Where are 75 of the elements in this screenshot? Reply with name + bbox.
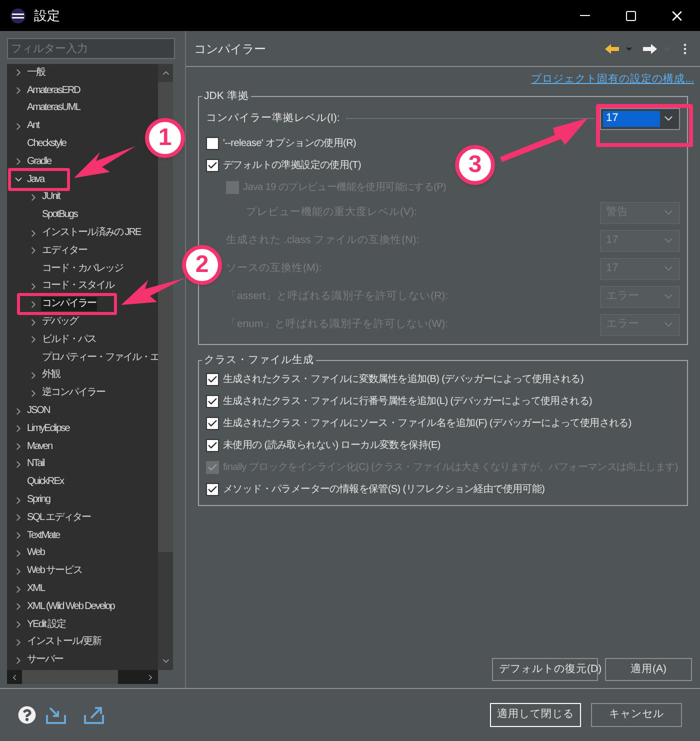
tree-item[interactable]: TextMate	[26, 528, 61, 543]
window-title: 設定	[34, 6, 60, 25]
tree-item[interactable]: JUnit	[41, 190, 61, 204]
tree-item[interactable]: Checkstyle	[26, 137, 67, 152]
scroll-left-icon[interactable]	[10, 672, 19, 682]
dialog-button[interactable]: 適用して閉じる	[490, 703, 581, 727]
step-number: 2	[182, 245, 222, 285]
tree-item[interactable]: SpotBugs	[41, 208, 78, 222]
help-icon[interactable]	[18, 706, 36, 724]
tree-item[interactable]: LimyEclipse	[26, 422, 70, 436]
checkbox[interactable]	[206, 159, 219, 172]
checkbox[interactable]	[206, 438, 219, 452]
checkbox[interactable]	[206, 372, 219, 386]
checkbox[interactable]	[206, 137, 219, 150]
back-arrow-icon[interactable]	[604, 42, 620, 54]
checkbox-label: 生成されたクラス・ファイルに行番号属性を追加(L) (デバッガーによって使用される)	[223, 394, 592, 409]
tree-item[interactable]: コンパイラー	[41, 297, 97, 312]
tree-item[interactable]: AmaterasUML	[26, 101, 81, 116]
app-logo-icon	[10, 8, 26, 24]
tree-item[interactable]: Java	[26, 172, 46, 187]
tree-item[interactable]: サーバー	[26, 653, 64, 668]
forward-arrow-icon[interactable]	[642, 42, 658, 54]
tree-item[interactable]: Maven	[26, 440, 54, 454]
tree-item[interactable]: YEdit 設定	[26, 618, 67, 632]
checkbox-label: デフォルトの準拠設定の使用(T)	[223, 158, 361, 173]
vertical-scrollbar[interactable]	[158, 64, 173, 670]
tree-item[interactable]: インストール済みの JRE	[41, 226, 142, 240]
tree-item[interactable]: デバッグ	[41, 315, 79, 330]
tree-item[interactable]: Web	[26, 546, 46, 560]
import-icon[interactable]	[46, 706, 66, 724]
page-title: コンパイラー	[194, 40, 266, 58]
dialog-button[interactable]: キャンセル	[591, 703, 682, 727]
field-label: コンパイラー準拠レベル(I):	[206, 110, 340, 126]
checkbox[interactable]	[206, 394, 219, 408]
export-icon[interactable]	[84, 706, 104, 724]
tree-item[interactable]: コード・スタイル	[41, 279, 115, 294]
checkbox[interactable]	[206, 482, 219, 496]
tree-item[interactable]: ビルド・パス	[41, 332, 97, 347]
tree-item[interactable]: JSON	[26, 404, 51, 418]
tree-item[interactable]: インストール/更新	[26, 635, 102, 650]
checkbox-label: 未使用の (読み取られない) ローカル変数を保持(E)	[223, 438, 440, 453]
checkbox[interactable]	[206, 416, 219, 430]
maximize-icon	[625, 10, 637, 22]
checkbox-label: 生成されたクラス・ファイルに変数属性を追加(B) (デバッガーによって使用される)	[223, 372, 584, 387]
action-button[interactable]: 適用(A)	[605, 658, 692, 681]
filter-field[interactable]: フィルター入力	[7, 38, 175, 59]
tree-item[interactable]: Web サービス	[26, 564, 84, 578]
tree-item[interactable]: Ant	[26, 119, 40, 134]
tree-item[interactable]: Gradle	[26, 154, 52, 169]
tree-item[interactable]: Spring	[26, 493, 51, 508]
tree-item[interactable]: 逆コンパイラー	[41, 386, 106, 400]
minimize-icon	[580, 15, 590, 16]
tree-item[interactable]: AmaterasERD	[26, 84, 81, 98]
tree-item[interactable]: エディター	[41, 244, 88, 258]
checkbox-label: 生成されたクラス・ファイルにソース・ファイル名を追加(F) (デバッガーによって使用される)	[223, 416, 632, 431]
step-number: 3	[455, 145, 495, 185]
tree-item[interactable]: 一般	[26, 66, 46, 80]
checkbox-label: メソッド・パラメーターの情報を保管(S) (リフレクション経由で使用可能)	[223, 482, 545, 497]
tree-item[interactable]: NTail	[26, 457, 46, 472]
tree-item[interactable]: 外観	[41, 368, 61, 382]
tree-item[interactable]: コード・カバレッジ	[41, 262, 124, 276]
scroll-right-icon[interactable]	[146, 672, 155, 682]
highlight-frame	[8, 168, 70, 191]
tree-item[interactable]: QuickREx	[26, 475, 64, 490]
tree-item[interactable]: プロパティー・ファイル・エ	[41, 350, 158, 365]
horizontal-scrollbar[interactable]	[7, 670, 158, 684]
tree-item[interactable]: XML	[26, 582, 46, 596]
pointer-arrow	[74, 146, 136, 178]
dropdown[interactable]: 17	[600, 108, 680, 130]
pointer-arrow	[121, 278, 185, 305]
group-title: JDK 準拠	[203, 88, 250, 104]
group-title: クラス・ファイル生成	[203, 352, 315, 368]
checkbox-label: '--release' オプションの使用(R)	[223, 136, 356, 151]
tree-item[interactable]: XML (Wild Web Develop	[26, 600, 116, 614]
tree-item[interactable]: SQL エディター	[26, 510, 92, 525]
